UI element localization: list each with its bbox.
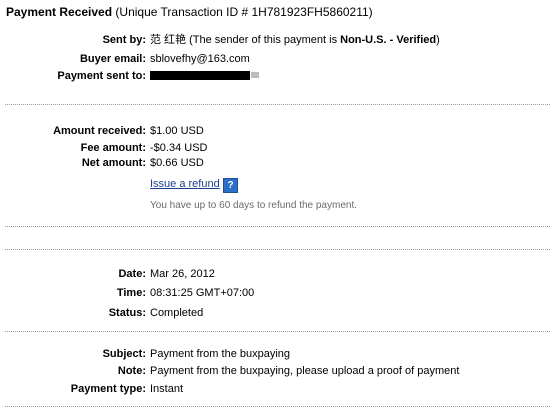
refund-window-note: You have up to 60 days to refund the pay… — [150, 200, 358, 211]
transaction-header: Payment Received (Unique Transaction ID … — [6, 5, 373, 19]
transaction-id: (Unique Transaction ID # 1H781923FH58602… — [115, 5, 373, 19]
date-row: Date: Mar 26, 2012 — [0, 267, 558, 282]
sent-by-value: 范 红艳 (The sender of this payment is Non-… — [150, 33, 440, 48]
section-divider — [5, 331, 550, 332]
payment-sent-to-label: Payment sent to: — [57, 70, 146, 82]
buyer-email-label: Buyer email: — [79, 53, 146, 65]
payment-type-label: Payment type: — [70, 383, 146, 395]
amount-received-label: Amount received: — [53, 125, 146, 137]
sent-by-label: Sent by: — [102, 34, 146, 46]
fee-amount-value: -$0.34 USD — [150, 142, 208, 154]
net-amount-row: Net amount: $0.66 USD — [0, 156, 558, 171]
net-amount-value: $0.66 USD — [150, 157, 204, 169]
section-divider — [5, 406, 550, 407]
payment-sent-to-row: Payment sent to: — [0, 69, 558, 84]
time-value: 08:31:25 GMT+07:00 — [150, 287, 255, 299]
note-value: Payment from the buxpaying, please uploa… — [150, 365, 460, 377]
sender-note-prefix: (The sender of this payment is — [189, 34, 341, 46]
payment-type-row: Payment type: Instant — [0, 382, 558, 397]
net-amount-label: Net amount: — [81, 157, 146, 169]
payment-sent-to-value — [150, 69, 259, 84]
payment-type-value: Instant — [150, 383, 184, 395]
sender-name: 范 红艳 — [150, 34, 187, 46]
status-label: Status: — [108, 307, 146, 319]
section-divider — [5, 104, 550, 105]
sender-verification-status: Non-U.S. - Verified — [340, 34, 437, 46]
help-icon[interactable]: ? — [223, 178, 238, 193]
time-label: Time: — [116, 287, 146, 299]
date-value: Mar 26, 2012 — [150, 268, 215, 280]
subject-value: Payment from the buxpaying — [150, 348, 291, 360]
note-label: Note: — [117, 365, 146, 377]
amount-received-value: $1.00 USD — [150, 125, 204, 137]
note-row: Note: Payment from the buxpaying, please… — [0, 364, 558, 379]
page-title: Payment Received — [6, 5, 113, 19]
fee-amount-row: Fee amount: -$0.34 USD — [0, 141, 558, 156]
sender-note-suffix: ) — [436, 34, 440, 46]
subject-label: Subject: — [102, 348, 146, 360]
time-row: Time: 08:31:25 GMT+07:00 — [0, 286, 558, 301]
redacted-email — [150, 70, 250, 80]
subject-row: Subject: Payment from the buxpaying — [0, 347, 558, 362]
amount-received-row: Amount received: $1.00 USD — [0, 124, 558, 139]
redacted-email-tail — [251, 72, 259, 79]
sent-by-row: Sent by: 范 红艳 (The sender of this paymen… — [0, 33, 558, 48]
buyer-email-value: sblovefhy@163.com — [150, 53, 250, 65]
status-value: Completed — [150, 307, 204, 319]
issue-refund-link[interactable]: Issue a refund — [150, 178, 220, 190]
section-divider — [5, 226, 550, 227]
fee-amount-label: Fee amount: — [80, 142, 146, 154]
date-label: Date: — [118, 268, 146, 280]
buyer-email-row: Buyer email: sblovefhy@163.com — [0, 52, 558, 67]
section-divider — [5, 249, 550, 250]
status-row: Status: Completed — [0, 306, 558, 321]
